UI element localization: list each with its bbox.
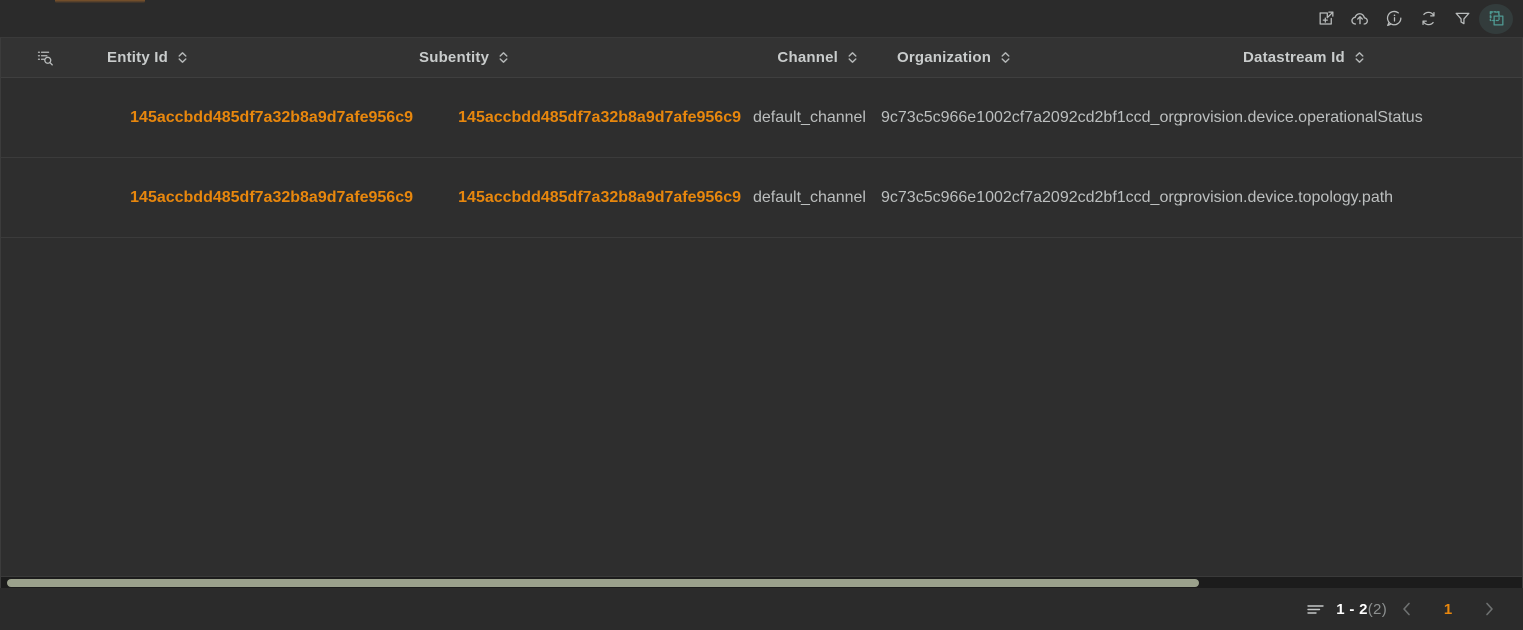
sort-chevrons-icon[interactable] [999, 50, 1012, 65]
cloud-upload-icon[interactable] [1343, 4, 1377, 34]
rows-list-icon[interactable] [1305, 599, 1336, 620]
cell-organization: 9c73c5c966e1002cf7a2092cd2bf1ccd_org [881, 108, 1183, 126]
sort-chevrons-icon[interactable] [497, 50, 510, 65]
filter-funnel-icon[interactable] [1445, 4, 1479, 34]
column-header-entity-id[interactable]: Entity Id [89, 49, 419, 66]
cell-organization: 9c73c5c966e1002cf7a2092cd2bf1ccd_org [881, 188, 1183, 206]
cell-entity-id: 145accbdd485df7a32b8a9d7afe956c9 [130, 188, 413, 206]
cell-datastream-id: provision.device.operationalStatus [1179, 108, 1423, 126]
open-in-new-window-icon[interactable] [1309, 4, 1343, 34]
table-row[interactable]: 145accbdd485df7a32b8a9d7afe956c9 145accb… [1, 78, 1522, 158]
select-columns-icon[interactable] [1479, 3, 1513, 34]
data-table: Entity Id Subentity Channel Organization… [0, 38, 1523, 588]
pagination-range: 1 - 2(2) [1336, 601, 1387, 618]
sort-chevrons-icon[interactable] [846, 50, 859, 65]
column-header-label: Subentity [419, 49, 490, 66]
refresh-icon[interactable] [1411, 4, 1445, 34]
search-list-icon[interactable] [1, 47, 89, 68]
cell-subentity: 145accbdd485df7a32b8a9d7afe956c9 [458, 188, 741, 206]
column-header-label: Entity Id [107, 49, 168, 66]
table-body: 145accbdd485df7a32b8a9d7afe956c9 145accb… [1, 78, 1522, 588]
toolbar [0, 0, 1523, 38]
page-number-1[interactable]: 1 [1427, 593, 1469, 625]
cell-entity-id: 145accbdd485df7a32b8a9d7afe956c9 [130, 108, 413, 126]
column-header-datastream-id[interactable]: Datastream Id [1199, 49, 1499, 66]
data-table-screen: Entity Id Subentity Channel Organization… [0, 0, 1523, 630]
horizontal-scrollbar-thumb[interactable] [7, 579, 1199, 587]
column-header-channel[interactable]: Channel [749, 49, 859, 66]
column-header-label: Organization [897, 49, 992, 66]
next-page-button[interactable] [1469, 593, 1509, 625]
pagination-range-text: 1 - 2 [1336, 600, 1368, 618]
column-header-label: Channel [777, 49, 838, 66]
table-row[interactable]: 145accbdd485df7a32b8a9d7afe956c9 145accb… [1, 158, 1522, 238]
cell-channel: default_channel [753, 188, 866, 206]
sort-chevrons-icon[interactable] [1353, 50, 1366, 65]
pagination-total-text: (2) [1367, 600, 1387, 618]
column-header-label: Datastream Id [1243, 49, 1345, 66]
cell-channel: default_channel [753, 108, 866, 126]
column-header-subentity[interactable]: Subentity [419, 49, 749, 66]
pagination-bar: 1 - 2(2) 1 [0, 588, 1523, 630]
horizontal-scrollbar[interactable] [1, 576, 1522, 588]
info-circle-icon[interactable] [1377, 4, 1411, 34]
table-header-row: Entity Id Subentity Channel Organization… [1, 38, 1522, 78]
cell-datastream-id: provision.device.topology.path [1179, 188, 1394, 206]
sort-chevrons-icon[interactable] [176, 50, 189, 65]
cell-subentity: 145accbdd485df7a32b8a9d7afe956c9 [458, 108, 741, 126]
column-header-organization[interactable]: Organization [859, 49, 1199, 66]
previous-page-button[interactable] [1387, 593, 1427, 625]
